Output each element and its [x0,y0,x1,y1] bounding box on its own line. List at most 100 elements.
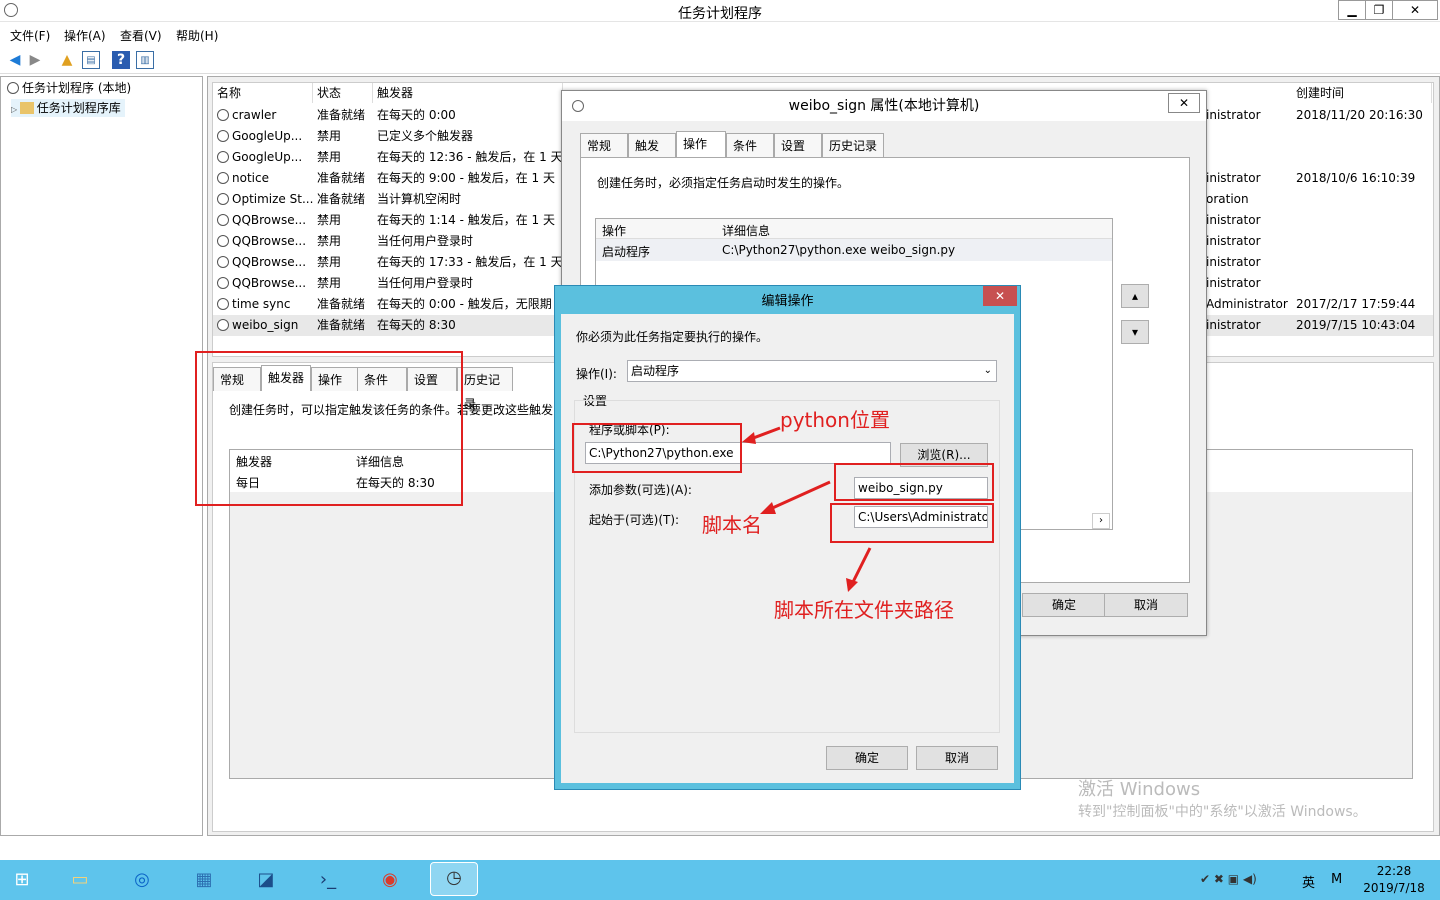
tree-root[interactable]: 任务计划程序 (本地) [7,79,131,97]
task-name: notice [217,168,313,189]
task-name: QQBrowse... [217,252,313,273]
task-status: 禁用 [317,213,342,227]
col-created[interactable]: 创建时间 [1292,83,1432,103]
edit-cancel-button[interactable]: 取消 [916,746,998,770]
server-manager-icon[interactable]: ▦ [188,865,220,895]
menu-view[interactable]: 查看(V) [120,27,162,44]
network-icon[interactable]: ◪ [250,865,282,895]
chevron-down-icon: ⌄ [983,365,992,376]
task-trigger: 在每天的 17:33 - 触发后，在 1 天 [377,255,563,269]
folder-clock-icon [19,102,34,114]
clock-icon [217,214,229,226]
minimize-button[interactable]: ▁ [1338,0,1366,20]
args-label: 添加参数(可选)(A): [589,483,692,497]
properties-title: weibo_sign 属性(本地计算机) [562,91,1206,121]
back-icon[interactable]: ◀ [6,51,24,69]
highlight-python-box [572,423,742,473]
action-col-action: 操作 [602,224,627,238]
help-icon[interactable]: ? [112,51,130,69]
menu-action[interactable]: 操作(A) [64,27,106,44]
tray-icons[interactable]: ✔ ✖ ▣ ◀) [1200,872,1257,886]
scroll-right-icon[interactable]: › [1092,513,1110,529]
task-author: inistrator [1206,318,1261,332]
task-name: QQBrowse... [217,210,313,231]
edit-body: 你必须为此任务指定要执行的操作。 操作(I): 启动程序 ⌄ 设置 程序或脚本(… [561,314,1014,783]
properties-cancel-button[interactable]: 取消 [1104,593,1188,617]
tree-root-label: 任务计划程序 (本地) [22,81,132,95]
task-trigger: 已定义多个触发器 [377,129,474,143]
prop-tab-history[interactable]: 历史记录 [822,133,884,157]
expand-arrow-icon[interactable]: ▷ [11,105,20,114]
menu-file[interactable]: 文件(F) [10,27,50,44]
move-up-button[interactable]: ▴ [1121,284,1149,308]
menu-bar: 文件(F) 操作(A) 查看(V) 帮助(H) [0,22,1440,46]
ime-indicator[interactable]: M [1331,872,1342,887]
forward-icon[interactable]: ▶ [26,51,44,69]
annotation-folder: 脚本所在文件夹路径 [774,598,954,622]
activation-watermark-title: 激活 Windows [1078,779,1201,800]
menu-help[interactable]: 帮助(H) [176,27,218,44]
edit-close-button[interactable]: ✕ [983,286,1017,306]
col-name[interactable]: 名称 [213,83,313,103]
task-name-label: notice [232,171,269,185]
op-select-value: 启动程序 [631,364,680,378]
file-explorer-icon[interactable]: ▭ [64,865,96,895]
move-down-button[interactable]: ▾ [1121,320,1149,344]
task-name: time sync [217,294,313,315]
task-name: Optimize St... [217,189,313,210]
action-pane-icon[interactable]: ▥ [136,51,154,69]
clock-date[interactable]: 2019/7/18 [1360,881,1428,895]
clock-icon [217,130,229,142]
edit-ok-button[interactable]: 确定 [826,746,908,770]
properties-close-button[interactable]: ✕ [1168,93,1200,113]
browser-icon[interactable]: ◎ [126,865,158,895]
task-trigger: 当任何用户登录时 [377,276,474,290]
tree-library[interactable]: ▷ 任务计划程序库 [11,99,125,117]
task-status: 禁用 [317,129,342,143]
op-select[interactable]: 启动程序 ⌄ [627,360,997,382]
clock-time[interactable]: 22:28 [1366,864,1422,878]
lang-indicator[interactable]: 英 [1302,872,1315,891]
col-status[interactable]: 状态 [313,83,373,103]
clock-icon [217,298,229,310]
console-tree-icon[interactable]: ▤ [82,51,100,69]
task-status: 禁用 [317,255,342,269]
start-windows-icon[interactable]: ⊞ [6,865,38,895]
task-author: Administrator [1206,297,1288,311]
task-trigger: 在每天的 9:00 - 触发后，在 1 天 [377,171,555,185]
tab-history[interactable]: 历史记录 [457,367,513,411]
prop-tab-conditions[interactable]: 条件 [726,133,774,157]
prop-tab-general[interactable]: 常规 [580,133,628,157]
close-button[interactable]: ✕ [1392,0,1438,20]
task-scheduler-taskbar-icon[interactable]: ◷ [430,862,478,896]
task-author: inistrator [1206,108,1261,122]
edit-desc: 你必须为此任务指定要执行的操作。 [576,330,769,344]
tree-library-label: 任务计划程序库 [36,101,121,115]
task-name-label: QQBrowse... [232,234,307,248]
arrow-to-python [742,426,781,444]
action-row-detail: C:\Python27\python.exe weibo_sign.py [722,243,956,257]
task-trigger: 在每天的 0:00 - 触发后，无限期 [377,297,552,311]
col-trigger[interactable]: 触发器 [373,83,563,103]
highlight-folder-box [830,503,994,543]
task-trigger: 在每天的 0:00 [377,108,456,122]
task-created: 2018/10/6 16:10:39 [1296,171,1416,185]
chrome-icon[interactable]: ◉ [374,865,406,895]
op-label: 操作(I): [576,367,617,381]
maximize-button[interactable]: ❐ [1365,0,1393,20]
task-name-label: GoogleUp... [232,129,303,143]
prop-tab-actions[interactable]: 操作 [676,131,726,157]
powershell-icon[interactable]: ›_ [312,865,344,895]
window-title: 任务计划程序 [678,6,762,22]
task-author: inistrator [1206,234,1261,248]
arrow-to-folder [846,547,872,592]
task-name: GoogleUp... [217,126,313,147]
task-author: inistrator [1206,171,1261,185]
properties-ok-button[interactable]: 确定 [1022,593,1106,617]
task-created: 2018/11/20 20:16:30 [1296,108,1423,122]
prop-tab-triggers[interactable]: 触发器 [628,133,676,177]
prop-tab-settings[interactable]: 设置 [774,133,822,157]
task-status: 禁用 [317,150,342,164]
folder-up-icon[interactable]: ▲ [58,51,76,69]
properties-tabs: 常规 触发器 操作 条件 设置 历史记录 [580,131,890,177]
